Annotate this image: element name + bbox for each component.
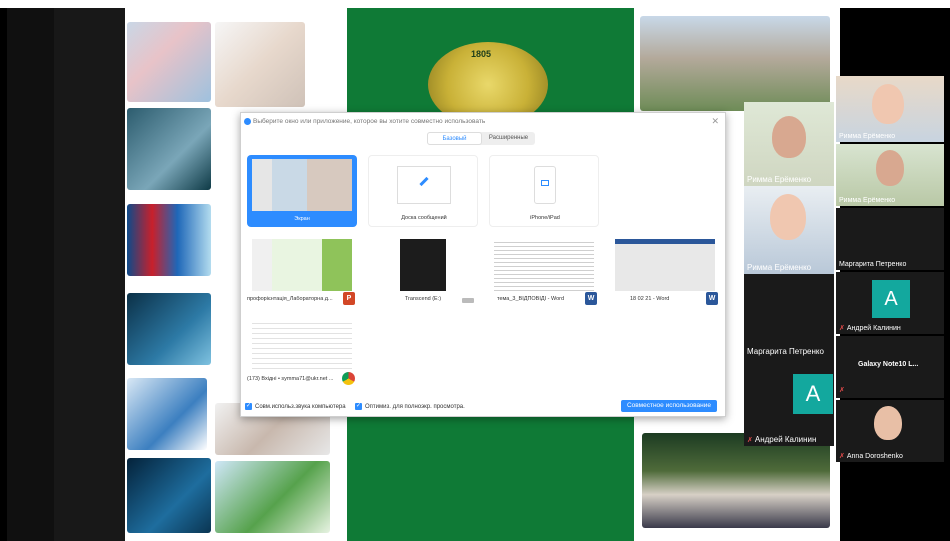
window-label: тема_3_ВІДПОВІДІ - Word: [497, 296, 565, 302]
crest-year: 1805: [471, 49, 492, 59]
checkbox-label: Совм.использ.звука компьютера: [255, 403, 346, 410]
participant-name: Римма Ерёменко: [747, 175, 812, 184]
checkbox-checked-icon: ✓: [245, 403, 252, 410]
participant-face: [770, 194, 806, 240]
video-tile[interactable]: Маргарита Петренко: [836, 208, 944, 270]
share-window-chrome[interactable]: (173) Вхідні • symma71@ukr.net ...: [247, 315, 357, 387]
share-window-word-2[interactable]: 18 02 21 - Word W: [610, 235, 720, 307]
video-tile[interactable]: Galaxy Note10 L... ✗: [836, 336, 944, 398]
screen: 1805 Выберите окно или приложение, котор…: [0, 0, 950, 541]
photo-concert-stage: [642, 433, 830, 528]
participant-name: Galaxy Note10 L...: [858, 361, 919, 368]
window-thumbnail: [615, 239, 715, 291]
dialog-title: Выберите окно или приложение, которое вы…: [253, 118, 486, 125]
photo-charts: [127, 378, 207, 450]
screen-thumbnail: [252, 159, 352, 211]
checkbox-optimize-fullscreen[interactable]: ✓ Оптимиз. для полноэкр. просмотра.: [355, 403, 465, 410]
mic-muted-icon: ✗: [839, 325, 845, 332]
share-screen-dialog: Выберите окно или приложение, которое вы…: [240, 112, 726, 417]
tab-advanced[interactable]: Расширенные: [482, 132, 535, 145]
share-option-label: Доска сообщений: [401, 215, 447, 221]
window-thumbnail: [494, 239, 594, 291]
photo-data: [127, 458, 211, 533]
tab-basic[interactable]: Базовый: [427, 132, 482, 145]
window-thumbnail: [400, 239, 446, 291]
video-tile[interactable]: ✗ Anna Doroshenko: [836, 400, 944, 462]
mic-muted-icon: ✗: [839, 453, 845, 460]
photo-test-tubes: [127, 204, 211, 276]
participant-face: [876, 150, 904, 186]
share-option-iphone-ipad[interactable]: iPhone/iPad: [489, 155, 599, 227]
video-tile[interactable]: Римма Ерёменко: [836, 144, 944, 206]
photo-seedling: [215, 461, 330, 533]
close-icon[interactable]: ✕: [711, 116, 719, 127]
share-option-label: iPhone/iPad: [530, 215, 560, 221]
share-window-powerpoint[interactable]: профорієнтація_Лабораторна д... P: [247, 235, 357, 307]
share-window-transcend[interactable]: Transcend (E:): [368, 235, 478, 307]
checkbox-computer-audio[interactable]: ✓ Совм.использ.звука компьютера: [245, 403, 346, 410]
video-tile[interactable]: Римма Ерёменко: [744, 186, 834, 274]
zoom-logo-icon: [244, 118, 251, 125]
video-tile[interactable]: Римма Ерёменко: [744, 102, 834, 186]
powerpoint-icon: P: [343, 292, 355, 305]
avatar: A: [793, 374, 833, 414]
participant-name: ✗ Андрей Калинин: [839, 325, 901, 332]
participant-face: [872, 84, 904, 124]
window-label: (173) Вхідні • symma71@ukr.net ...: [247, 376, 334, 382]
participant-name: Маргарита Петренко: [747, 347, 824, 356]
mic-muted-icon: ✗: [747, 437, 753, 444]
photo-university-building: [640, 16, 830, 111]
participant-name: Римма Ерёменко: [839, 197, 896, 204]
window-thumbnail: [252, 239, 352, 291]
share-option-whiteboard[interactable]: Доска сообщений: [368, 155, 478, 227]
word-icon: W: [585, 292, 597, 305]
participant-name: ✗ Андрей Калинин: [747, 435, 817, 444]
participant-face: [874, 406, 902, 440]
mic-muted-icon: ✗: [839, 387, 845, 394]
avatar: A: [872, 280, 910, 318]
window-thumbnail: [252, 319, 352, 371]
whiteboard-thumbnail: [397, 166, 451, 204]
chrome-icon: [342, 372, 355, 385]
share-window-word-1[interactable]: тема_3_ВІДПОВІДІ - Word W: [489, 235, 599, 307]
participant-name: Римма Ерёменко: [839, 133, 896, 140]
participant-name: Римма Ерёменко: [747, 263, 812, 272]
share-option-screen[interactable]: Экран: [247, 155, 357, 227]
video-tile[interactable]: A ✗ Андрей Калинин: [744, 362, 834, 446]
window-label: профорієнтація_Лабораторна д...: [247, 296, 333, 302]
top-strip: [0, 0, 950, 8]
share-tabs: Базовый Расширенные: [427, 132, 535, 145]
checkbox-label: Оптимиз. для полноэкр. просмотра.: [365, 403, 465, 410]
participant-name: ✗ Anna Doroshenko: [839, 453, 903, 460]
video-tile[interactable]: Римма Ерёменко: [836, 76, 944, 142]
checkbox-checked-icon: ✓: [355, 403, 362, 410]
photo-molecule: [127, 293, 211, 365]
dark-border-left-inner: [54, 8, 125, 541]
participant-face: [772, 116, 806, 158]
drive-icon: [462, 298, 474, 303]
airplay-icon: [541, 180, 549, 186]
photo-pharmacy-shelves: [127, 22, 211, 102]
video-tile[interactable]: A ✗ Андрей Калинин: [836, 272, 944, 334]
word-icon: W: [706, 292, 718, 305]
share-button[interactable]: Совместное использование: [620, 400, 717, 412]
photo-scientist: [215, 22, 305, 107]
video-tile[interactable]: Маргарита Петренко: [744, 274, 834, 362]
photo-lab-glass: [127, 108, 211, 190]
share-option-label: Экран: [294, 216, 310, 222]
participant-name: Маргарита Петренко: [839, 261, 907, 268]
